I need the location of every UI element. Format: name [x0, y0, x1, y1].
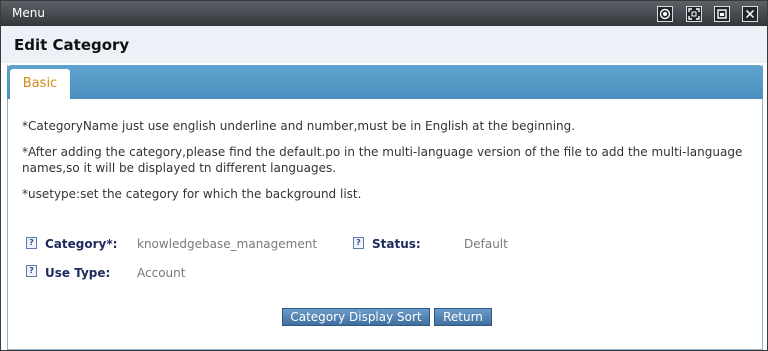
return-button[interactable]: Return [434, 308, 492, 326]
fullscreen-icon[interactable] [686, 6, 702, 22]
window-titlebar: Menu [1, 1, 767, 26]
category-value: knowledgebase_management [137, 237, 318, 251]
help-icon[interactable]: ? [26, 237, 37, 249]
note-use-type: *usetype:set the category for which the … [22, 187, 362, 201]
restore-icon[interactable] [714, 6, 730, 22]
category-display-sort-button[interactable]: Category Display Sort [282, 308, 430, 326]
tab-basic[interactable]: Basic [10, 69, 70, 99]
instruction-notes: *CategoryName just use english underline… [22, 118, 752, 212]
help-icon[interactable]: ? [353, 237, 364, 249]
close-icon[interactable] [742, 6, 758, 22]
tab-bar: Basic [7, 65, 763, 99]
note-category-name: *CategoryName just use english underline… [22, 119, 576, 133]
page-title: Edit Category [14, 36, 130, 54]
edit-category-window: Menu Edit Category Basic *CategoryName j… [0, 0, 768, 351]
page-header: Edit Category [1, 26, 767, 64]
note-multi-language: *After adding the category,please find t… [22, 145, 743, 175]
use-type-value: Account [137, 266, 186, 280]
category-label: Category*: [45, 237, 118, 251]
window-title: Menu [12, 6, 45, 20]
record-icon[interactable] [657, 6, 673, 22]
help-icon[interactable]: ? [26, 265, 37, 277]
status-label: Status: [372, 237, 421, 251]
status-value: Default [464, 237, 508, 251]
use-type-label: Use Type: [45, 266, 111, 280]
